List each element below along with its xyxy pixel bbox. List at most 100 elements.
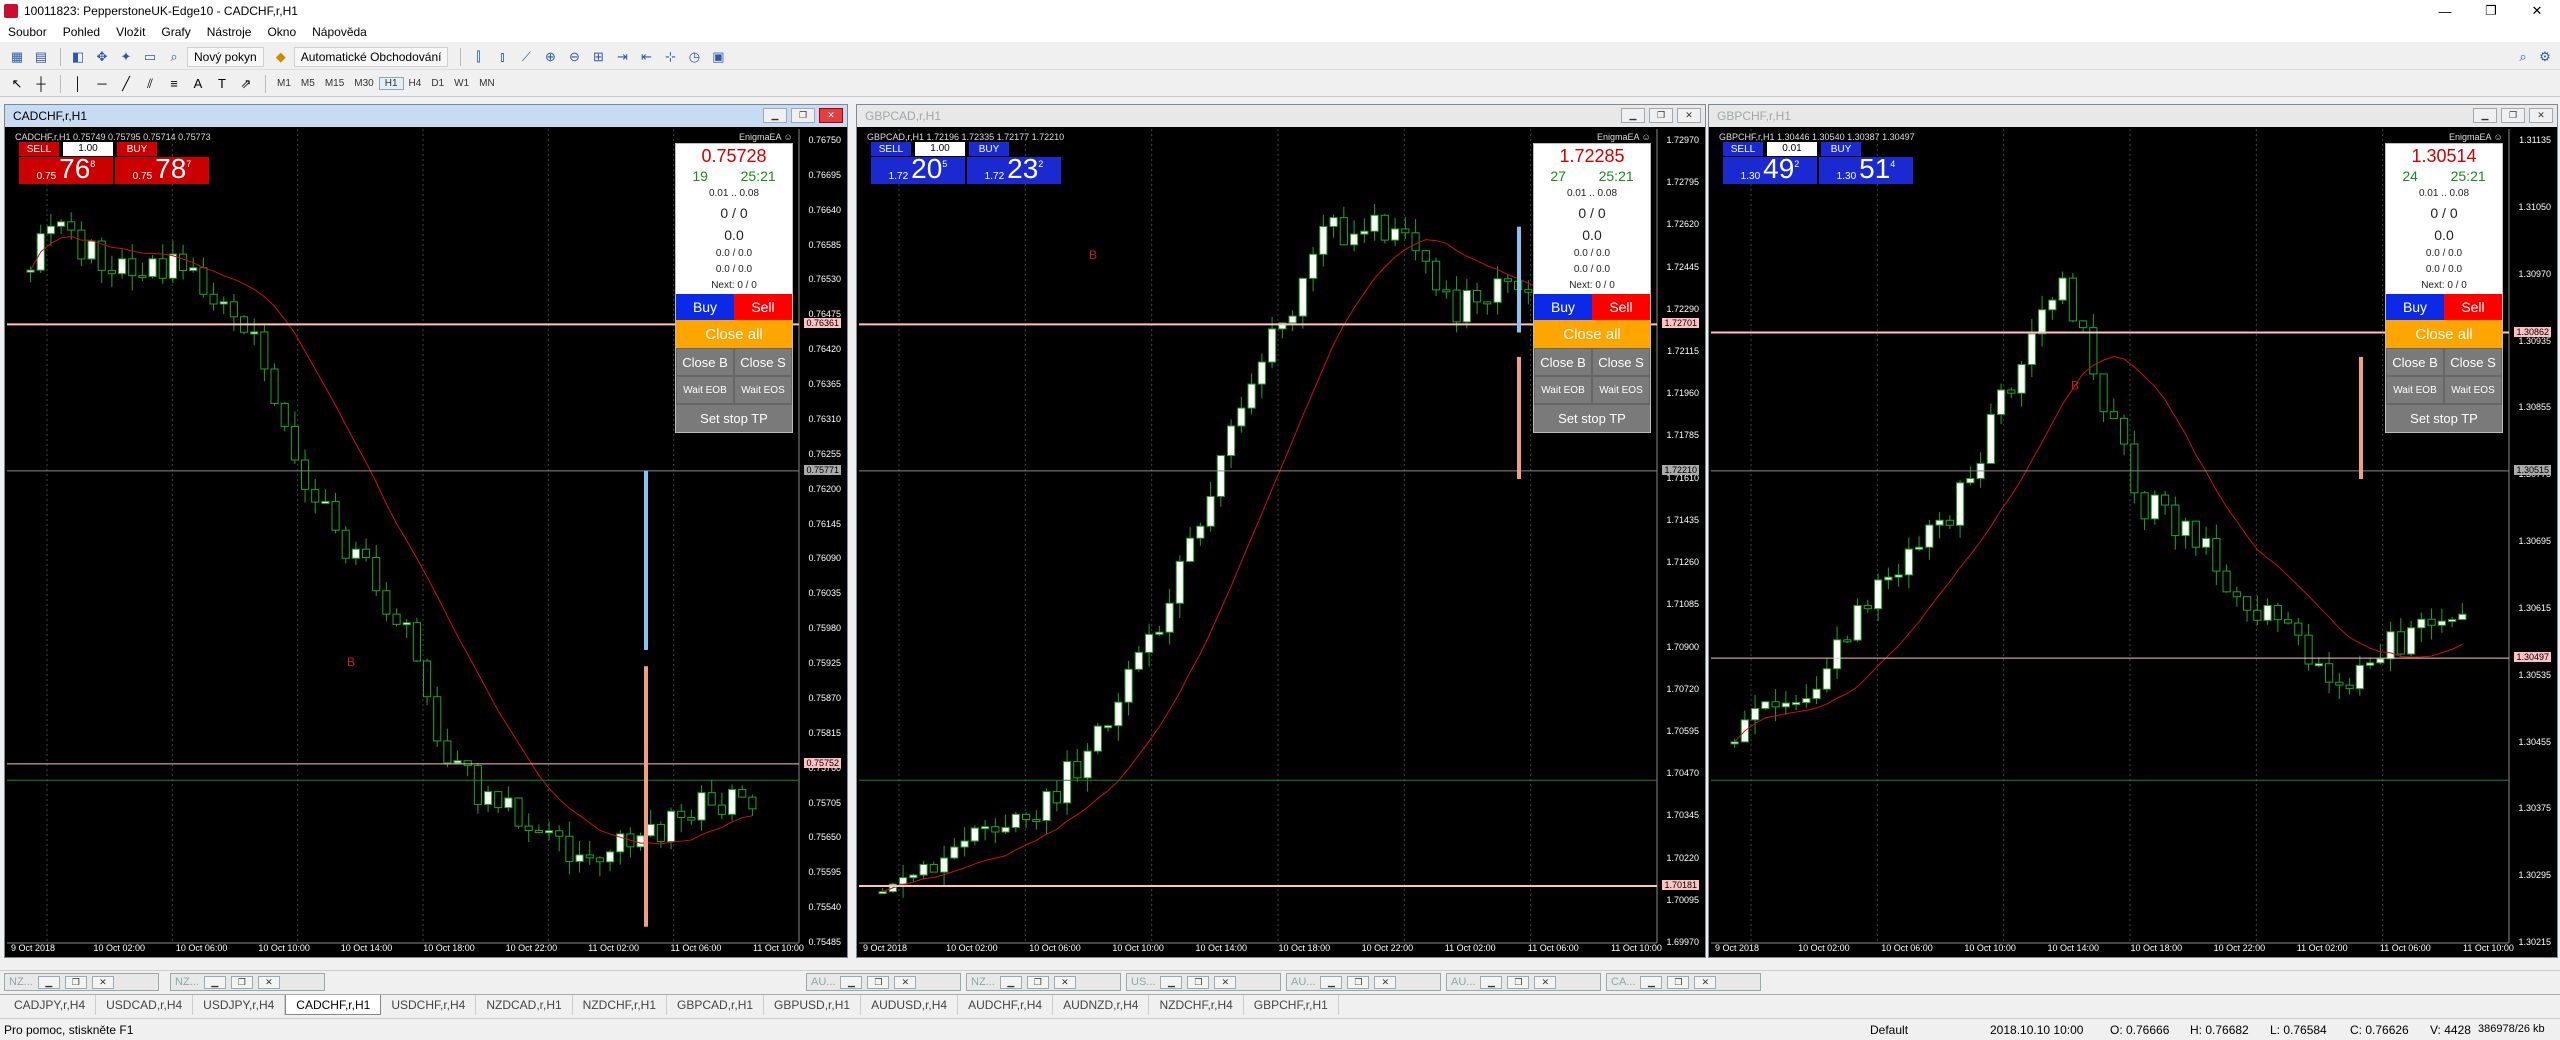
mini-minimize-button[interactable]: ▁ (203, 975, 226, 989)
panel-sell-button[interactable]: Sell (2444, 294, 2502, 320)
mini-maximize-button[interactable]: ❐ (230, 975, 253, 989)
chart-window-gbpcad[interactable]: GBPCAD,r,H1 ▁ ❐ ✕ B 1.72970 1.72795 1.72620 1.72… (856, 104, 1706, 958)
wait-eob-button[interactable]: Wait EOB (676, 376, 734, 404)
trendline-icon[interactable]: ╱ (115, 74, 137, 94)
navigator-icon[interactable]: ✦ (115, 47, 137, 67)
mini-close-button[interactable]: ✕ (1534, 975, 1557, 989)
one-click-sell-button[interactable]: SELL (19, 142, 59, 156)
mini-minimize-button[interactable]: ▁ (1480, 975, 1503, 989)
mini-close-button[interactable]: ✕ (1374, 975, 1397, 989)
chart-tab[interactable]: GBPCHF,r,H1 (1244, 995, 1339, 1015)
cursor-icon[interactable]: ↖ (6, 74, 28, 94)
chart-close-button[interactable]: ✕ (2529, 108, 2553, 123)
one-click-buy-button[interactable]: BUY (969, 142, 1009, 156)
wait-eob-button[interactable]: Wait EOB (1534, 376, 1592, 404)
terminal-icon[interactable]: ▭ (139, 47, 161, 67)
timeframe-m1[interactable]: M1 (272, 78, 296, 89)
mini-maximize-button[interactable]: ❐ (1026, 975, 1049, 989)
minimized-chart-window[interactable]: AU... ▁ ❐ ✕ (1446, 973, 1601, 991)
menu-window[interactable]: Okno (259, 25, 304, 39)
menu-view[interactable]: Pohled (55, 25, 108, 39)
chart-caption[interactable]: GBPCHF,r,H1 (1709, 105, 2557, 127)
mini-minimize-button[interactable]: ▁ (37, 975, 60, 989)
wait-eos-button[interactable]: Wait EOS (734, 376, 792, 404)
mini-maximize-button[interactable]: ❐ (867, 975, 890, 989)
line-chart-icon[interactable]: ⟋ (515, 47, 537, 67)
tester-icon[interactable]: ⌕ (163, 47, 185, 67)
crosshair-icon[interactable]: ┼ (30, 74, 52, 94)
search-icon[interactable]: ⌕ (2512, 47, 2534, 67)
chart-plot-area[interactable]: B 0.76750 0.76695 0.76640 0.76585 0.76530 0.76… (7, 129, 845, 955)
menu-file[interactable]: Soubor (0, 25, 55, 39)
mini-maximize-button[interactable]: ❐ (1667, 975, 1690, 989)
indicators-icon[interactable]: ⊹ (659, 47, 681, 67)
autoscroll-icon[interactable]: ⇥ (611, 47, 633, 67)
panel-sell-button[interactable]: Sell (734, 294, 792, 320)
mini-maximize-button[interactable]: ❐ (1347, 975, 1370, 989)
timeframe-d1[interactable]: D1 (426, 78, 449, 89)
mini-minimize-button[interactable]: ▁ (840, 975, 863, 989)
chart-minimize-button[interactable]: ▁ (2473, 108, 2497, 123)
mini-close-button[interactable]: ✕ (1053, 975, 1076, 989)
mini-close-button[interactable]: ✕ (91, 975, 114, 989)
chart-tab[interactable]: AUDUSD,r,H4 (861, 995, 959, 1015)
mini-close-button[interactable]: ✕ (1694, 975, 1717, 989)
wait-eos-button[interactable]: Wait EOS (1592, 376, 1650, 404)
close-buy-button[interactable]: Close B (2386, 348, 2444, 376)
close-sell-button[interactable]: Close S (2444, 348, 2502, 376)
chart-caption[interactable]: CADCHF,r,H1 (5, 105, 847, 127)
close-sell-button[interactable]: Close S (1592, 348, 1650, 376)
maximize-button[interactable]: ❐ (2468, 0, 2514, 22)
chart-tab[interactable]: GBPCAD,r,H1 (667, 995, 765, 1015)
zoom-in-icon[interactable]: ⊕ (539, 47, 561, 67)
auto-trading-button[interactable]: Automatické Obchodování (293, 46, 449, 67)
minimized-chart-window[interactable]: AU... ▁ ❐ ✕ (1286, 973, 1441, 991)
bid-price-box[interactable]: 0.75 76 8 (19, 155, 113, 184)
vertical-line-icon[interactable]: │ (67, 74, 89, 94)
chart-maximize-button[interactable]: ❐ (791, 108, 815, 123)
chart-close-button[interactable]: ✕ (819, 108, 843, 123)
ask-price-box[interactable]: 1.72 23 2 (967, 155, 1061, 184)
label-icon[interactable]: T (211, 74, 233, 94)
close-all-button[interactable]: Close all (1534, 320, 1650, 348)
mini-close-button[interactable]: ✕ (894, 975, 917, 989)
ask-price-box[interactable]: 0.75 78 7 (115, 155, 209, 184)
mini-maximize-button[interactable]: ❐ (64, 975, 87, 989)
one-click-buy-button[interactable]: BUY (117, 142, 157, 156)
mini-maximize-button[interactable]: ❐ (1187, 975, 1210, 989)
mini-close-button[interactable]: ✕ (1214, 975, 1237, 989)
chart-tab[interactable]: CADCHF,r,H1 (285, 995, 382, 1015)
menu-insert[interactable]: Vložit (108, 25, 153, 39)
chart-tab[interactable]: NZDCHF,r,H4 (1149, 995, 1244, 1015)
mini-maximize-button[interactable]: ❐ (1507, 975, 1530, 989)
chart-close-button[interactable]: ✕ (1677, 108, 1701, 123)
timeframe-m30[interactable]: M30 (349, 78, 378, 89)
mini-minimize-button[interactable]: ▁ (1160, 975, 1183, 989)
close-buy-button[interactable]: Close B (1534, 348, 1592, 376)
editor-icon[interactable]: ◆ (270, 47, 292, 67)
channel-icon[interactable]: ⫽ (139, 74, 161, 94)
fibonacci-icon[interactable]: ≡ (163, 74, 185, 94)
close-sell-button[interactable]: Close S (734, 348, 792, 376)
chart-caption[interactable]: GBPCAD,r,H1 (857, 105, 1705, 127)
minimized-chart-window[interactable]: CA... ▁ ❐ ✕ (1606, 973, 1761, 991)
mini-minimize-button[interactable]: ▁ (1640, 975, 1663, 989)
wait-eos-button[interactable]: Wait EOS (2444, 376, 2502, 404)
chart-tab[interactable]: AUDCHF,r,H4 (958, 995, 1054, 1015)
templates-icon[interactable]: ▣ (707, 47, 729, 67)
chart-tab[interactable]: NZDCAD,r,H1 (476, 995, 573, 1015)
chart-tab[interactable]: AUDNZD,r,H4 (1053, 995, 1150, 1015)
chart-tab[interactable]: GBPUSD,r,H1 (764, 995, 862, 1015)
chart-plot-area[interactable]: B 1.31135 1.31050 1.30970 1.30935 1.30855 1.30… (1711, 129, 2555, 955)
minimized-chart-window[interactable]: NZ... ▁ ❐ ✕ (170, 973, 325, 991)
timeframe-h1[interactable]: H1 (378, 77, 404, 90)
tile-windows-icon[interactable]: ⊞ (587, 47, 609, 67)
one-click-sell-button[interactable]: SELL (1723, 142, 1763, 156)
bar-chart-icon[interactable]: ⫿ (467, 47, 489, 67)
chart-shift-icon[interactable]: ⇤ (635, 47, 657, 67)
community-icon[interactable]: ⚙ (2534, 47, 2556, 67)
wait-eob-button[interactable]: Wait EOB (2386, 376, 2444, 404)
close-all-button[interactable]: Close all (2386, 320, 2502, 348)
text-icon[interactable]: A (187, 74, 209, 94)
chart-tab[interactable]: CADJPY,r,H4 (4, 995, 97, 1015)
